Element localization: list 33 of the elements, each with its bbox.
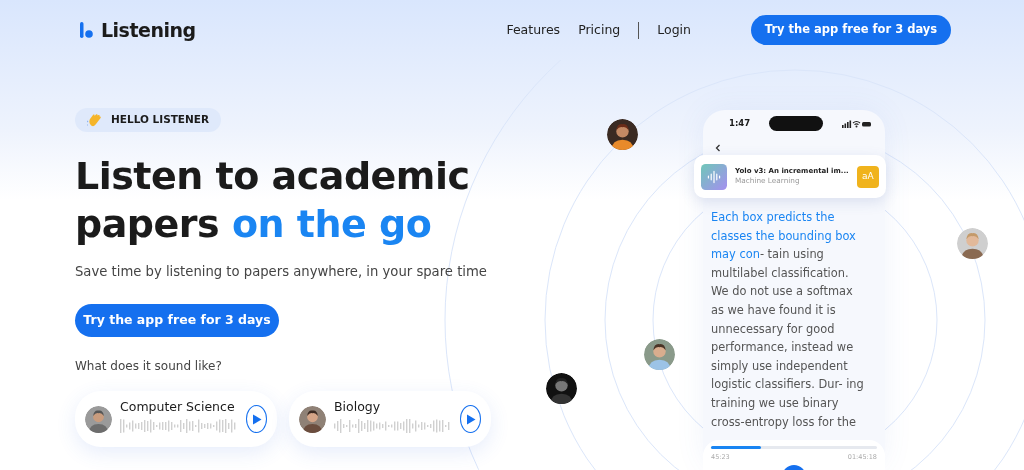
avatar xyxy=(299,405,326,433)
dynamic-island xyxy=(769,116,824,131)
play-icon xyxy=(465,413,476,425)
try-app-button[interactable]: Try the app free for 3 days xyxy=(75,304,279,338)
avatar xyxy=(607,119,638,150)
avatar xyxy=(546,373,577,404)
logo-icon xyxy=(80,22,93,38)
play-button[interactable] xyxy=(460,405,481,434)
play-icon xyxy=(251,413,262,425)
nav-link[interactable]: Features xyxy=(506,20,561,40)
audio-sample-card[interactable]: Biology xyxy=(289,391,491,447)
status-time: 1:47 xyxy=(729,117,751,130)
paper-text: Each box predicts the classes the bounding box may con- tain using multilabel classification. We do not use a softmax as we have found it is unnecessary for good performance, instead we simply use independent logistic classifiers. Dur- ing training we use binary cross-entropy loss for the xyxy=(711,209,865,431)
try-app-button[interactable]: Try the app free for 3 days xyxy=(751,15,951,45)
subtitle: Save time by listening to papers anywhere, in your spare time xyxy=(75,263,488,282)
hello-badge: HELLO LISTENER xyxy=(75,108,222,132)
waving-hand-icon xyxy=(87,112,103,127)
sample-label: Computer Science xyxy=(120,400,236,414)
audio-sample-card[interactable]: Computer Science xyxy=(75,391,277,447)
avatar xyxy=(85,405,112,433)
nav-link[interactable]: Login xyxy=(657,20,691,40)
sound-wave-icon xyxy=(701,163,727,190)
sample-label: Biology xyxy=(334,400,382,414)
avatar xyxy=(957,228,988,259)
samples-prompt: What does it sound like? xyxy=(75,358,223,376)
play-button[interactable] xyxy=(246,405,267,434)
headline: Listen to academic papers on the go xyxy=(75,152,471,249)
nav-link[interactable]: Pricing xyxy=(578,20,621,40)
brand-name[interactable]: Listening xyxy=(101,15,196,45)
back-icon[interactable] xyxy=(715,144,721,152)
status-icons xyxy=(842,119,872,128)
avatar xyxy=(644,339,675,370)
progress-track[interactable] xyxy=(711,446,877,449)
